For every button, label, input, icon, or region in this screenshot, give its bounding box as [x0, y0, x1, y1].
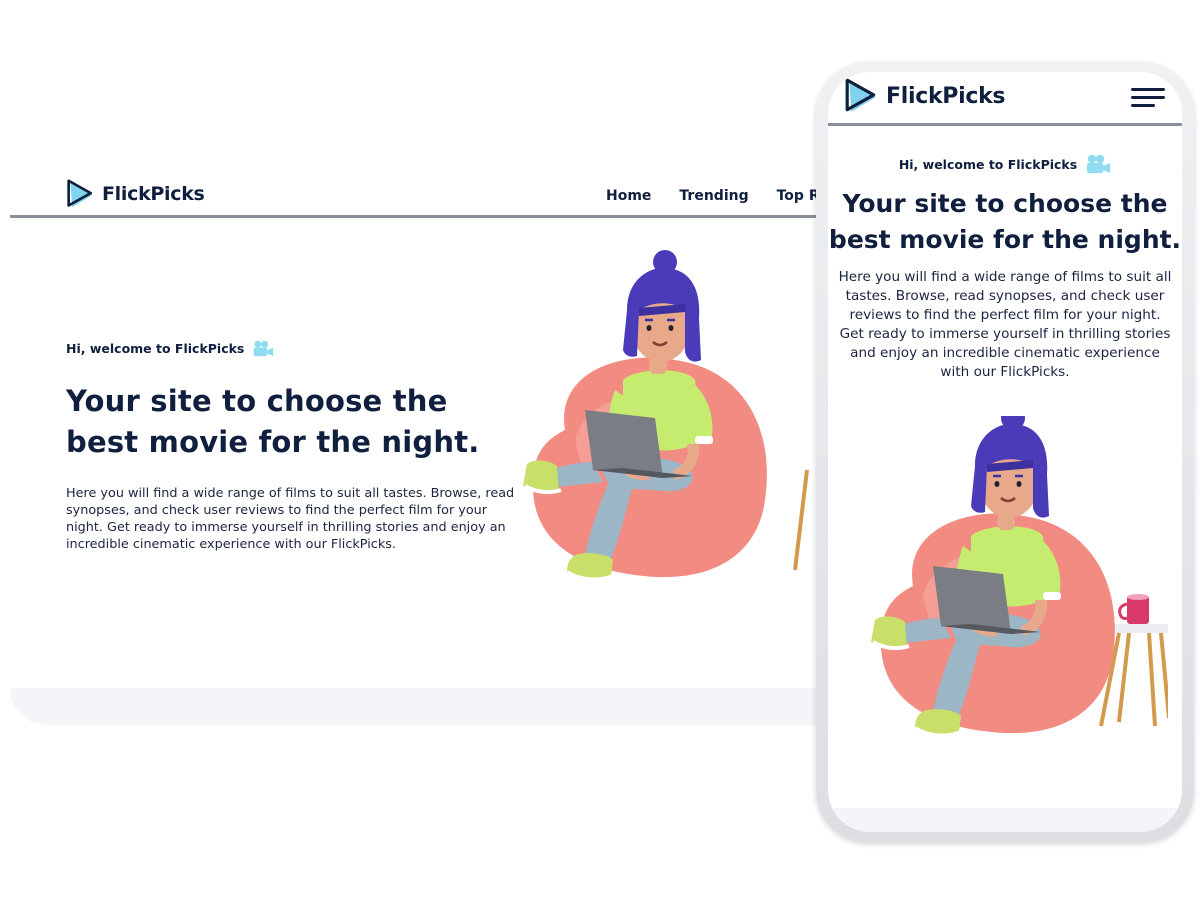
movie-camera-icon — [252, 340, 274, 357]
mobile-welcome: Hi, welcome to FlickPicks — [828, 154, 1182, 174]
welcome-text: Hi, welcome to FlickPicks — [66, 341, 245, 356]
mobile-hero-description: Here you will find a wide range of films… — [838, 269, 1172, 380]
desktop-navbar: FlickPicks Home Trending Top Rat — [10, 150, 840, 218]
mobile-hero-title: Your site to choose the best movie for t… — [828, 186, 1182, 258]
nav-link-trending[interactable]: Trending — [679, 188, 748, 204]
mobile-navbar: FlickPicks — [828, 72, 1182, 126]
desktop-welcome: Hi, welcome to FlickPicks — [66, 340, 516, 357]
girl-bean-bag-illustration — [521, 248, 809, 582]
brand-name: FlickPicks — [102, 183, 205, 205]
desktop-hero-description: Here you will find a wide range of films… — [66, 486, 515, 552]
desktop-hero: Hi, welcome to FlickPicks Your site to c… — [66, 340, 516, 553]
desktop-logo[interactable]: FlickPicks — [66, 178, 205, 210]
movie-camera-icon — [1085, 154, 1111, 174]
title-line-1: Your site to choose the — [66, 384, 448, 418]
desktop-footer-strip — [10, 688, 840, 725]
nav-link-home[interactable]: Home — [606, 188, 651, 204]
play-logo-icon — [844, 76, 880, 116]
brand-name: FlickPicks — [886, 83, 1006, 109]
hamburger-menu-icon[interactable] — [1131, 86, 1165, 110]
desktop-hero-title: Your site to choose the best movie for t… — [66, 381, 516, 463]
mobile-logo[interactable]: FlickPicks — [844, 76, 1006, 116]
girl-bean-bag-illustration — [858, 416, 1168, 746]
phone-frame: FlickPicks Hi, welcome to FlickPicks You… — [816, 62, 1194, 842]
title-line-2: best movie for the night. — [66, 425, 480, 459]
desktop-nav-menu: Home Trending Top Rat — [606, 188, 836, 204]
phone-screen: FlickPicks Hi, welcome to FlickPicks You… — [828, 72, 1182, 832]
desktop-mockup: FlickPicks Home Trending Top Rat Hi, wel… — [10, 150, 840, 725]
mobile-footer-strip — [828, 808, 1182, 832]
play-logo-icon — [66, 178, 96, 210]
welcome-text: Hi, welcome to FlickPicks — [898, 156, 1078, 172]
mockup-stage: FlickPicks Home Trending Top Rat Hi, wel… — [0, 0, 1200, 900]
title-line-1: Your site to choose the — [842, 189, 1168, 218]
mobile-hero: Hi, welcome to FlickPicks Your site to c… — [828, 154, 1182, 382]
title-line-2: best movie for the night. — [828, 225, 1182, 254]
